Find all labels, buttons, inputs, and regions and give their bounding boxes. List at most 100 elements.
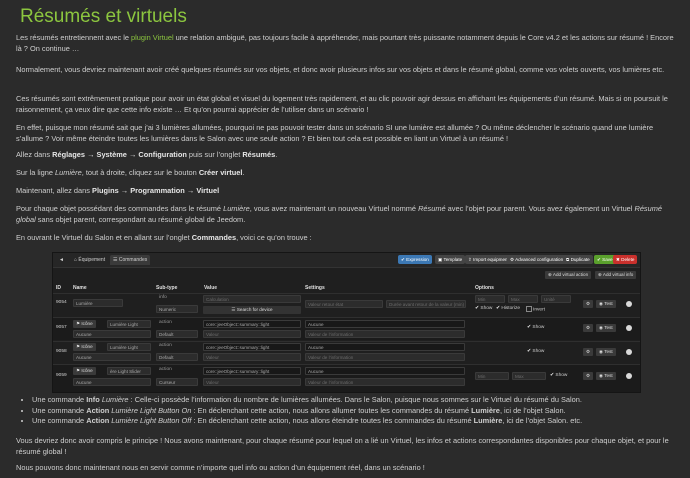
invert-checkbox[interactable]: Invert bbox=[526, 306, 545, 314]
tab-label: Commandes bbox=[118, 257, 148, 263]
configure-gear-button[interactable]: ⚙ bbox=[583, 300, 594, 308]
remove-command-icon[interactable] bbox=[626, 349, 632, 355]
checkbox-label: Show bbox=[532, 325, 545, 330]
text: , ici de l’objet Salon. etc. bbox=[502, 416, 583, 426]
add-virtual-info-button[interactable]: ⊕ Add virtual info bbox=[595, 271, 637, 279]
icon-button[interactable]: ⚑ Icône bbox=[73, 367, 96, 375]
import-equipment-button[interactable]: ⇪ Import equipment bbox=[465, 255, 512, 264]
delete-button[interactable]: ✖ Delete bbox=[613, 255, 638, 264]
min-field[interactable]: Min bbox=[475, 372, 509, 380]
paragraph-9: En ouvrant le Virtuel du Salon et en all… bbox=[16, 233, 680, 244]
max-field[interactable]: Max bbox=[508, 295, 538, 303]
max-field[interactable]: Max bbox=[512, 372, 546, 380]
value-sub-field[interactable]: Valeur bbox=[203, 378, 301, 386]
template-button[interactable]: ▣ Template bbox=[435, 255, 466, 264]
show-checkbox[interactable]: ✔ Show bbox=[527, 325, 544, 332]
paragraph-6: Sur la ligne Lumière, tout à droite, cli… bbox=[16, 168, 680, 179]
subtype-select[interactable]: Curseur bbox=[156, 378, 198, 386]
icon-button[interactable]: ⚑ Icône bbox=[73, 320, 96, 328]
command-name-field[interactable]: ère Light Slider bbox=[107, 367, 151, 375]
return-duration-field[interactable]: Durée avant retour de la valeur (min) bbox=[386, 300, 466, 308]
setting-value-field[interactable]: Valeur de l’information bbox=[305, 330, 465, 338]
test-button[interactable]: ◉ Test bbox=[596, 372, 616, 380]
calculation-field[interactable]: Calculation bbox=[203, 295, 301, 303]
show-checkbox[interactable]: ✔ Show bbox=[550, 373, 567, 380]
text: En ouvrant le Virtuel du Salon et en all… bbox=[16, 233, 192, 242]
value-sub-field[interactable]: Valeur bbox=[203, 353, 301, 361]
command-name-field[interactable]: Lumière Light bbox=[107, 343, 151, 351]
value-field[interactable]: core::jeeObject::summary::light bbox=[203, 343, 301, 351]
button-label: Delete bbox=[621, 257, 635, 262]
header-options: Options bbox=[475, 285, 494, 291]
test-button[interactable]: ◉ Test bbox=[596, 324, 616, 332]
subtype-select[interactable]: Default bbox=[156, 353, 198, 361]
paragraph-5: Allez dans Réglages → Système → Configur… bbox=[16, 150, 680, 161]
search-for-device-button[interactable]: ☰ Search for device bbox=[203, 306, 301, 314]
remove-command-icon[interactable] bbox=[626, 301, 632, 307]
linked-info-select[interactable]: Aucune bbox=[73, 353, 151, 361]
unit-field[interactable]: Unité bbox=[541, 295, 571, 303]
setting-value-field[interactable]: Valeur de l’information bbox=[305, 378, 465, 386]
return-value-field[interactable]: Valeur retour état bbox=[305, 300, 383, 308]
text: avec l’objet pour parent. Vous avez égal… bbox=[445, 204, 635, 213]
plus-icon: ⊕ bbox=[548, 272, 552, 277]
text: Info bbox=[86, 395, 100, 404]
commands-screenshot: ◄ ⌂ Équipement ☰ Commandes ✔ Expression … bbox=[52, 252, 641, 393]
check-icon: ✔ bbox=[527, 349, 532, 354]
text: sans objet parent, correspondant au résu… bbox=[35, 214, 246, 224]
setting-select[interactable]: Aucune bbox=[305, 320, 465, 328]
back-tab[interactable]: ◄ bbox=[56, 255, 67, 265]
remove-command-icon[interactable] bbox=[626, 325, 632, 331]
setting-select[interactable]: Aucune bbox=[305, 367, 465, 375]
configure-gear-button[interactable]: ⚙ bbox=[583, 348, 594, 356]
test-button[interactable]: ◉ Test bbox=[596, 348, 616, 356]
remove-command-icon[interactable] bbox=[626, 373, 632, 379]
text: Une commande bbox=[32, 405, 87, 415]
value-field[interactable]: core::jeeObject::summary::light bbox=[203, 320, 301, 328]
check-icon: ✔ bbox=[527, 325, 532, 330]
show-checkbox[interactable]: ✔ Show bbox=[475, 306, 492, 313]
button-label: Add virtual info bbox=[602, 272, 634, 277]
configure-gear-button[interactable]: ⚙ bbox=[583, 324, 594, 332]
button-label: Test bbox=[604, 325, 613, 330]
min-field[interactable]: Min bbox=[475, 295, 505, 303]
value-field[interactable]: core::jeeObject::summary::light bbox=[203, 367, 301, 375]
page-title: Résumés et virtuels bbox=[20, 6, 187, 27]
plugin-virtuel-link[interactable]: plugin Virtuel bbox=[131, 33, 174, 42]
tab-commands[interactable]: ☰ Commandes bbox=[110, 255, 151, 265]
command-id: 9057 bbox=[56, 325, 67, 330]
advanced-configuration-button[interactable]: ⚙ Advanced configuration bbox=[507, 255, 567, 264]
text: , voici ce qu’on trouve : bbox=[236, 233, 312, 242]
tab-equipment[interactable]: ⌂ Équipement bbox=[71, 255, 108, 265]
text: Lumière Light Button On bbox=[109, 405, 192, 415]
button-name: Créer virtuel bbox=[198, 168, 243, 177]
copy-icon: ⧉ bbox=[566, 257, 570, 262]
icon-button[interactable]: ⚑ Icône bbox=[73, 343, 96, 351]
text: Une commande bbox=[32, 416, 87, 426]
rss-icon: ◉ bbox=[599, 373, 604, 378]
command-name-field[interactable]: Lumière Light bbox=[107, 320, 151, 328]
historize-checkbox[interactable]: ✔ Historize bbox=[496, 306, 520, 313]
plus-icon: ⊕ bbox=[598, 272, 602, 277]
linked-info-select[interactable]: Aucune bbox=[73, 330, 151, 338]
command-type: action bbox=[159, 320, 172, 325]
button-label: Test bbox=[604, 349, 613, 354]
subtype-select[interactable]: Default bbox=[156, 330, 198, 338]
configure-gear-button[interactable]: ⚙ bbox=[583, 372, 594, 380]
text: Les résumés entretiennent avec le bbox=[16, 33, 132, 42]
subtype-select[interactable]: Numeric bbox=[156, 305, 198, 313]
value-sub-field[interactable]: Valeur bbox=[203, 330, 301, 338]
test-button[interactable]: ◉ Test bbox=[596, 300, 616, 308]
linked-info-select[interactable]: Aucune bbox=[73, 378, 151, 386]
button-label: Search for device bbox=[236, 307, 273, 312]
command-type: action bbox=[159, 343, 172, 348]
gear-icon: ⚙ bbox=[586, 349, 591, 354]
duplicate-button[interactable]: ⧉ Duplicate bbox=[563, 255, 593, 264]
button-label: Icône bbox=[81, 368, 93, 373]
setting-value-field[interactable]: Valeur de l’information bbox=[305, 353, 465, 361]
setting-select[interactable]: Aucune bbox=[305, 343, 465, 351]
command-name-field[interactable]: Lumière bbox=[73, 299, 123, 307]
expression-button[interactable]: ✔ Expression bbox=[398, 255, 432, 264]
show-checkbox[interactable]: ✔ Show bbox=[527, 349, 544, 356]
add-virtual-action-button[interactable]: ⊕ Add virtual action bbox=[545, 271, 592, 279]
